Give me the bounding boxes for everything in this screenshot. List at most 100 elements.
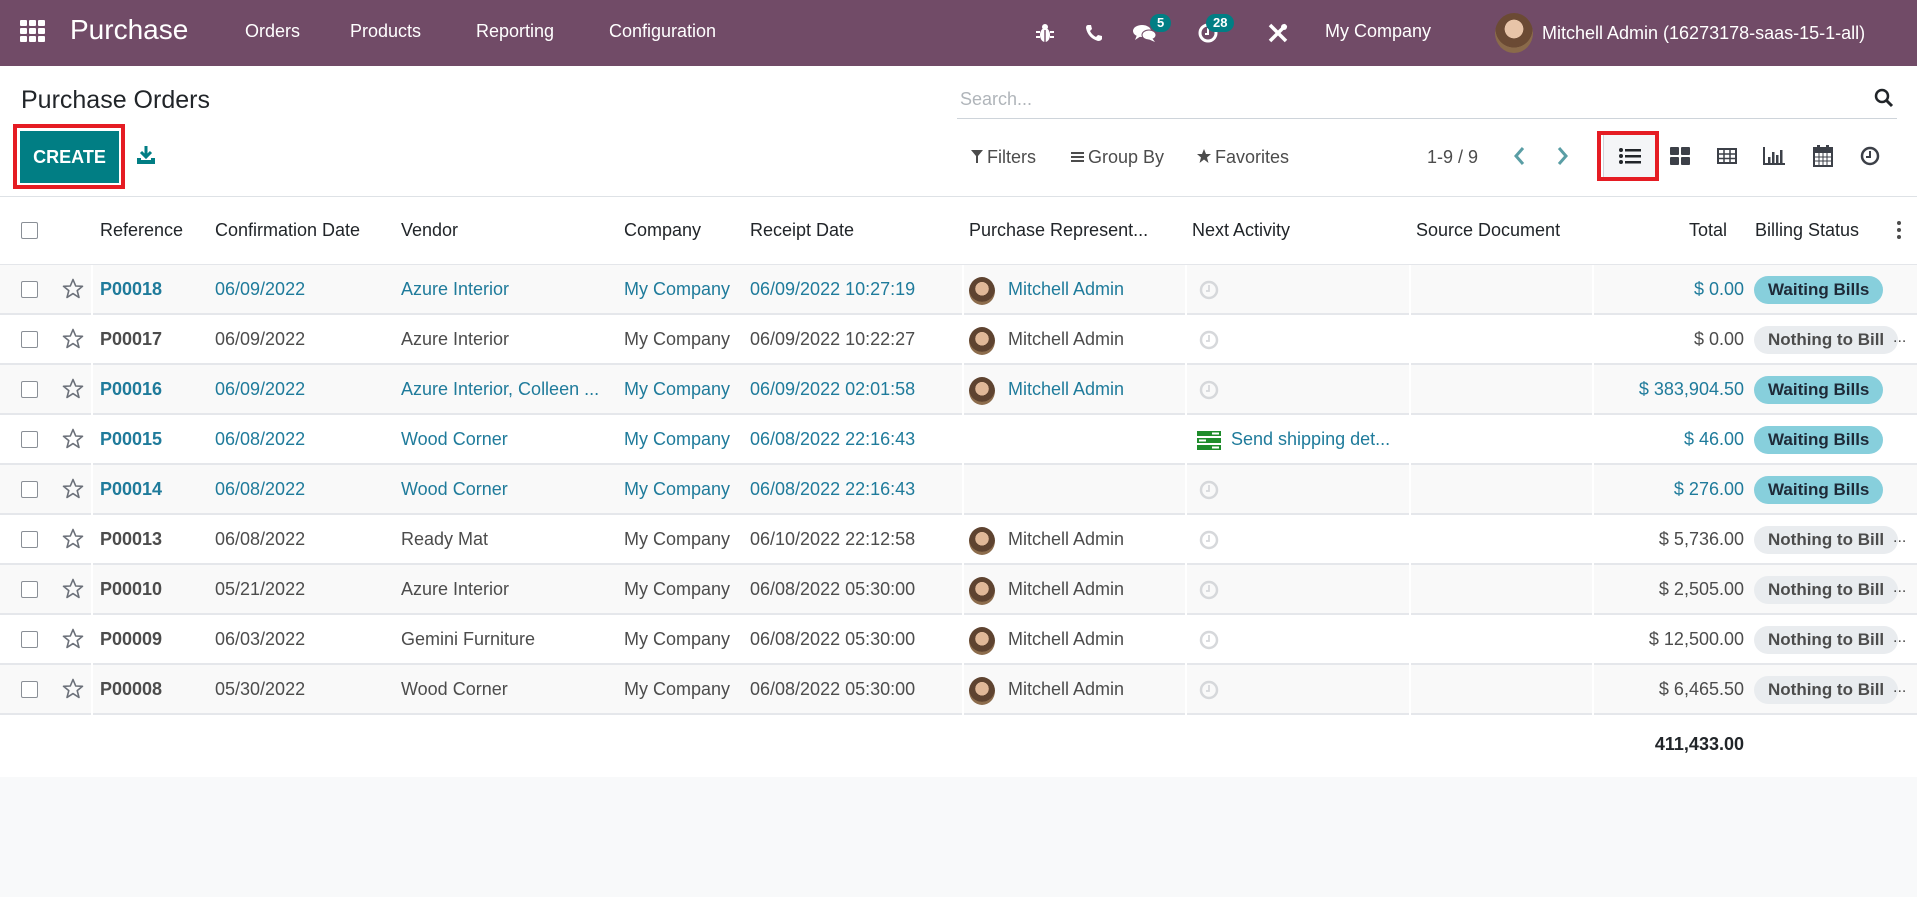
optional-columns-kebab-icon[interactable] <box>1895 221 1903 241</box>
menu-configuration[interactable]: Configuration <box>609 21 716 42</box>
star-icon[interactable] <box>62 478 84 500</box>
total-cell: $ 5,736.00 <box>1658 529 1744 549</box>
row-checkbox[interactable] <box>21 631 38 648</box>
schedule-activity-clock-icon[interactable] <box>1199 330 1219 350</box>
schedule-activity-clock-icon[interactable] <box>1199 480 1219 500</box>
schedule-activity-clock-icon[interactable] <box>1199 530 1219 550</box>
menu-products[interactable]: Products <box>350 21 421 42</box>
table-row[interactable]: P00010 05/21/2022 Azure Interior My Company… <box>0 565 1917 615</box>
bug-icon[interactable] <box>1032 20 1058 46</box>
row-checkbox[interactable] <box>21 381 38 398</box>
reference-cell[interactable]: P00018 <box>100 279 162 300</box>
column-purchase-representative[interactable]: Purchase Represent... <box>969 220 1148 241</box>
user-menu[interactable]: Mitchell Admin (16273178-saas-15-1-all) <box>1495 13 1865 53</box>
vendor-cell: Wood Corner <box>401 479 508 499</box>
star-icon[interactable] <box>62 378 84 400</box>
next-activity-cell[interactable]: Send shipping det... <box>1231 429 1390 450</box>
column-billing-status[interactable]: Billing Status <box>1755 220 1859 241</box>
company-switcher[interactable]: My Company <box>1325 21 1431 42</box>
reference-cell[interactable]: P00014 <box>100 479 162 500</box>
activity-view-button[interactable] <box>1857 143 1883 169</box>
column-source-document[interactable]: Source Document <box>1416 220 1560 241</box>
representative-avatar <box>969 677 995 705</box>
column-company[interactable]: Company <box>624 220 701 241</box>
reference-cell[interactable]: P00016 <box>100 379 162 400</box>
star-icon[interactable] <box>62 428 84 450</box>
search-icon[interactable] <box>1874 88 1894 108</box>
row-checkbox[interactable] <box>21 331 38 348</box>
table-row[interactable]: P00009 06/03/2022 Gemini Furniture My Compa… <box>0 615 1917 665</box>
pager-previous-icon[interactable] <box>1510 144 1530 168</box>
reference-cell[interactable]: P00008 <box>100 679 162 700</box>
schedule-activity-clock-icon[interactable] <box>1199 630 1219 650</box>
pager-next-icon[interactable] <box>1552 144 1572 168</box>
table-row[interactable]: P00015 06/08/2022 Wood Corner My Company 06/… <box>0 415 1917 465</box>
star-icon[interactable] <box>62 528 84 550</box>
top-navbar: Purchase Orders Products Reporting Confi… <box>0 0 1917 66</box>
star-icon[interactable] <box>62 328 84 350</box>
column-divider <box>91 615 93 665</box>
group-by-button[interactable]: Group By <box>1071 147 1164 168</box>
star-icon[interactable] <box>62 628 84 650</box>
row-checkbox[interactable] <box>21 531 38 548</box>
column-reference[interactable]: Reference <box>100 220 183 241</box>
table-row[interactable]: P00016 06/09/2022 Azure Interior, Colleen … <box>0 365 1917 415</box>
reference-cell[interactable]: P00017 <box>100 329 162 350</box>
reference-cell[interactable]: P00015 <box>100 429 162 450</box>
apps-grid-icon[interactable] <box>20 20 46 42</box>
schedule-activity-clock-icon[interactable] <box>1199 580 1219 600</box>
reference-cell[interactable]: P00009 <box>100 629 162 650</box>
filters-button[interactable]: Filters <box>971 147 1036 168</box>
pivot-view-icon <box>1717 148 1737 164</box>
row-checkbox[interactable] <box>21 481 38 498</box>
menu-orders[interactable]: Orders <box>245 21 300 42</box>
search-input[interactable] <box>960 86 1840 112</box>
table-row[interactable]: P00018 06/09/2022 Azure Interior My Company… <box>0 265 1917 315</box>
star-icon[interactable] <box>62 578 84 600</box>
table-row[interactable]: P00008 05/30/2022 Wood Corner My Company 06/… <box>0 665 1917 715</box>
favorites-button[interactable]: Favorites <box>1197 147 1289 168</box>
column-confirmation-date[interactable]: Confirmation Date <box>215 220 360 241</box>
row-checkbox[interactable] <box>21 431 38 448</box>
row-checkbox[interactable] <box>21 281 38 298</box>
truncation-ellipsis: ... <box>1893 329 1907 346</box>
kanban-view-button[interactable] <box>1667 143 1693 169</box>
select-all-checkbox[interactable] <box>21 222 38 239</box>
column-divider <box>1409 265 1411 315</box>
phone-icon[interactable] <box>1081 20 1107 46</box>
schedule-activity-clock-icon[interactable] <box>1199 280 1219 300</box>
schedule-activity-clock-icon[interactable] <box>1199 380 1219 400</box>
column-receipt-date[interactable]: Receipt Date <box>750 220 854 241</box>
download-icon[interactable] <box>136 145 156 165</box>
create-button[interactable]: CREATE <box>20 131 119 183</box>
activity-todo-icon[interactable] <box>1197 431 1221 451</box>
calendar-view-icon <box>1813 145 1833 167</box>
star-icon[interactable] <box>62 278 84 300</box>
app-name[interactable]: Purchase <box>70 14 188 46</box>
representative-avatar <box>969 377 995 405</box>
menu-reporting[interactable]: Reporting <box>476 21 554 42</box>
column-divider <box>962 265 964 315</box>
truncation-ellipsis: ... <box>1893 629 1907 646</box>
pivot-view-button[interactable] <box>1714 143 1740 169</box>
reference-cell[interactable]: P00010 <box>100 579 162 600</box>
table-row[interactable]: P00013 06/08/2022 Ready Mat My Company 06/10… <box>0 515 1917 565</box>
calendar-view-button[interactable] <box>1810 143 1836 169</box>
row-checkbox[interactable] <box>21 581 38 598</box>
column-total[interactable]: Total <box>1689 220 1727 241</box>
column-next-activity[interactable]: Next Activity <box>1192 220 1290 241</box>
billing-status-badge: Nothing to Bill <box>1754 576 1899 604</box>
graph-view-button[interactable] <box>1761 143 1787 169</box>
tools-icon[interactable] <box>1265 20 1291 46</box>
star-icon[interactable] <box>62 678 84 700</box>
reference-cell[interactable]: P00013 <box>100 529 162 550</box>
column-vendor[interactable]: Vendor <box>401 220 458 241</box>
table-row[interactable]: P00017 06/09/2022 Azure Interior My Company… <box>0 315 1917 365</box>
table-row[interactable]: P00014 06/08/2022 Wood Corner My Company 06/… <box>0 465 1917 515</box>
pager-value[interactable]: 1-9 / 9 <box>1427 147 1478 168</box>
billing-status-badge: Waiting Bills <box>1754 376 1884 404</box>
row-checkbox[interactable] <box>21 681 38 698</box>
column-divider <box>962 465 964 515</box>
column-divider <box>1592 515 1594 565</box>
schedule-activity-clock-icon[interactable] <box>1199 680 1219 700</box>
